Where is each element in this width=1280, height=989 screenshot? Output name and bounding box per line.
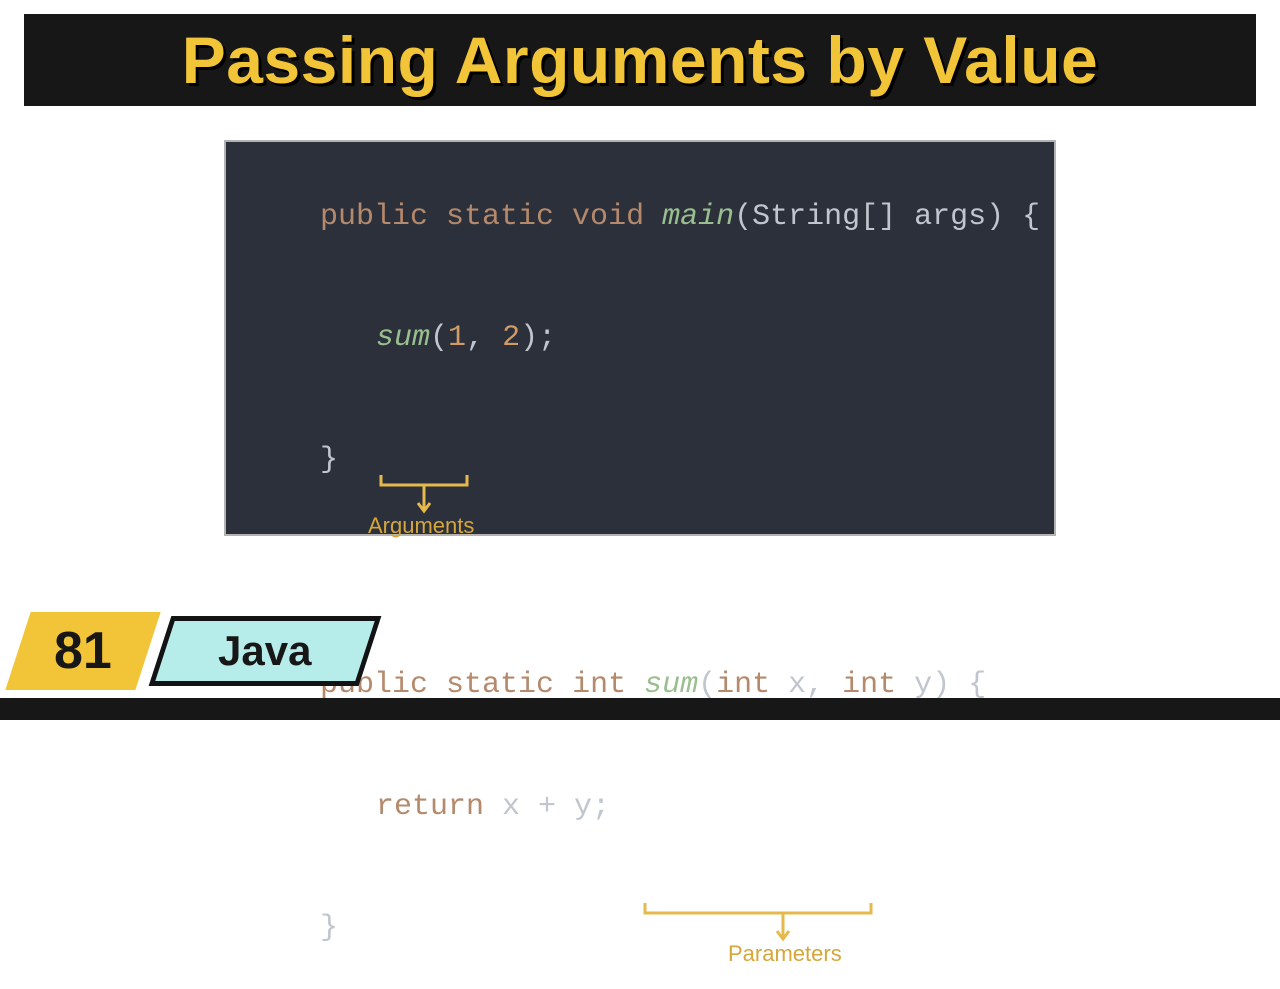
param: x <box>788 668 806 702</box>
comma: , <box>466 321 502 355</box>
function-name: sum <box>644 668 698 702</box>
code-line-return: return x + y; <box>248 746 1032 868</box>
code-block: public static void main(String[] args) {… <box>224 140 1056 536</box>
language-badge: Java <box>149 616 382 686</box>
literal: 1 <box>448 321 466 355</box>
brace: } <box>320 443 338 477</box>
annotation-parameters: Parameters <box>728 939 842 969</box>
annotation-arguments: Arguments <box>368 511 474 541</box>
param: y <box>914 668 932 702</box>
comma: , <box>806 668 842 702</box>
function-call: sum <box>376 321 430 355</box>
code-text: x + y; <box>502 790 610 824</box>
lesson-number: 81 <box>54 621 112 681</box>
keyword: int <box>716 668 788 702</box>
footer-bar <box>0 698 1280 720</box>
lesson-number-badge: 81 <box>5 612 160 690</box>
paren: ( <box>430 321 448 355</box>
annotation-row-arguments: Arguments <box>248 521 1032 573</box>
page-title: Passing Arguments by Value <box>182 22 1099 98</box>
keyword: public static void <box>320 200 662 234</box>
paren: ); <box>520 321 556 355</box>
code-line-brace: } <box>248 399 1032 521</box>
function-name: main <box>662 200 734 234</box>
code-line-main-sig: public static void main(String[] args) { <box>248 156 1032 278</box>
keyword: int <box>572 668 644 702</box>
code-text: (String[] args) { <box>734 200 1040 234</box>
keyword: int <box>842 668 914 702</box>
code-line-brace: } <box>248 868 1032 989</box>
literal: 2 <box>502 321 520 355</box>
paren: ) { <box>932 668 986 702</box>
brace: } <box>320 911 338 945</box>
code-line-sum-call: sum(1, 2); <box>248 278 1032 400</box>
title-banner: Passing Arguments by Value <box>24 14 1256 106</box>
language-label: Java <box>218 627 311 675</box>
keyword: return <box>376 790 502 824</box>
paren: ( <box>698 668 716 702</box>
